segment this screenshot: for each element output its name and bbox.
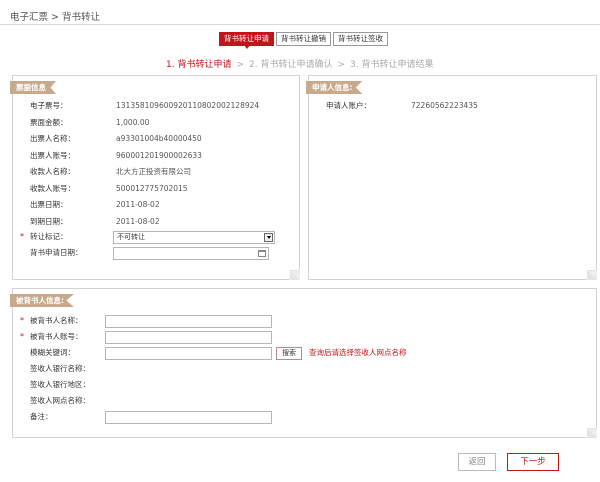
bill-field-label: 出票日期： — [30, 200, 68, 209]
tab-endorse-revoke[interactable]: 背书转让撤销 — [276, 32, 331, 46]
bill-field-value: 2011-08-02 — [116, 200, 160, 209]
transfer-flag-value: 不可转让 — [117, 233, 145, 241]
applicant-info-title: 申请人信息: — [306, 81, 363, 94]
applicant-account-label: 申请人账户： — [326, 101, 371, 110]
step-2: 2. 背书转让申请确认 — [249, 60, 333, 70]
bill-info-panel: 票据信息 电子票号： 131358109600920110802002128924… — [10, 75, 300, 280]
tab-endorse-sign[interactable]: 背书转让签收 — [333, 32, 388, 46]
bank-name-label: 签收人银行名称： — [30, 364, 90, 373]
transfer-flag-label: 转让标记： — [30, 232, 68, 241]
bill-field-label: 收款人账号： — [30, 183, 75, 193]
endorsee-info-panel: 被背书人信息: * 被背书人名称： * 被背书人账号： 模糊关键词： 搜索 查询… — [10, 288, 597, 438]
required-marker: * — [20, 316, 24, 325]
bill-field-value: 1,000.00 — [116, 117, 150, 127]
bill-field-row: 出票日期： 2011-08-02 — [30, 198, 300, 212]
calendar-icon[interactable] — [258, 250, 266, 257]
bill-field-label: 到期日期： — [30, 216, 68, 226]
bill-field-row: 电子票号： 131358109600920110802002128924 — [30, 99, 300, 113]
bill-field-row: 出票人账号： 960001201900002633 — [30, 149, 300, 163]
apply-date-input[interactable] — [113, 247, 269, 260]
bill-field-value: 500012775702015 — [116, 183, 188, 193]
bill-field-label: 电子票号： — [30, 101, 68, 110]
bank-name-row: 签收人银行名称： — [30, 362, 430, 376]
transfer-flag-select[interactable]: 不可转让 — [113, 231, 275, 244]
bill-field-row: 票面金额： 1,000.00 — [30, 116, 300, 130]
page-fold-corner — [587, 428, 597, 438]
breadcrumb: 电子汇票 > 背书转让 — [10, 12, 100, 23]
bank-region-row: 签收人银行地区： — [30, 378, 430, 392]
required-marker: * — [20, 232, 24, 241]
endorsee-account-label: 被背书人账号： — [30, 332, 83, 341]
endorsee-account-row: * 被背书人账号： — [20, 330, 430, 344]
bill-field-label: 收款人名称： — [30, 167, 75, 176]
endorsee-name-input[interactable] — [105, 315, 272, 328]
page-fold-corner — [290, 270, 300, 280]
bill-field-value: 960001201900002633 — [116, 150, 202, 160]
bill-field-label: 出票人账号： — [30, 150, 75, 160]
next-step-button[interactable]: 下一步 — [507, 453, 559, 471]
required-marker: * — [20, 332, 24, 341]
endorsee-info-title: 被背书人信息: — [10, 294, 74, 307]
bill-field-label: 出票人名称： — [30, 134, 75, 143]
tab-endorse-apply[interactable]: 背书转让申请 — [219, 32, 274, 49]
keyword-label: 模糊关键词： — [30, 348, 75, 357]
bill-field-row: 出票人名称： a93301004b40000450 — [30, 132, 300, 146]
bill-info-title: 票据信息 — [10, 81, 56, 94]
bill-field-value: 131358109600920110802002128924 — [116, 101, 260, 110]
remark-label: 备注： — [30, 412, 53, 421]
bill-field-value: 2011-08-02 — [116, 216, 160, 226]
step-1: 1. 背书转让申请 — [166, 60, 232, 70]
remark-input[interactable] — [105, 411, 272, 424]
breadcrumb-divider — [0, 24, 600, 25]
search-button[interactable]: 搜索 — [276, 347, 302, 360]
bill-field-label: 票面金额： — [30, 117, 68, 127]
tab-bar: 背书转让申请 背书转让撤销 背书转让签收 — [219, 32, 388, 49]
applicant-account-row: 申请人账户： 72260562223435 — [326, 99, 586, 113]
apply-date-label: 背书申请日期： — [30, 248, 83, 257]
branch-name-row: 签收人网点名称： — [30, 394, 430, 408]
endorsee-name-row: * 被背书人名称： — [20, 314, 430, 328]
keyword-row: 模糊关键词： 搜索 查询后请选择签收人网点名称 — [30, 346, 580, 360]
branch-name-label: 签收人网点名称： — [30, 396, 90, 405]
remark-row: 备注： — [30, 410, 430, 424]
endorsee-account-input[interactable] — [105, 331, 272, 344]
step-separator: > — [337, 60, 345, 70]
apply-date-row: 背书申请日期： — [30, 246, 300, 260]
keyword-input[interactable] — [105, 347, 272, 360]
transfer-flag-row: * 转让标记： 不可转让 — [20, 230, 300, 244]
applicant-account-value: 72260562223435 — [411, 101, 478, 110]
applicant-info-panel: 申请人信息: 申请人账户： 72260562223435 — [306, 75, 597, 280]
back-button[interactable]: 返回 — [458, 453, 496, 471]
bill-field-value: a93301004b40000450 — [116, 134, 202, 143]
step-indicator: 1. 背书转让申请 >2. 背书转让申请确认 >3. 背书转让申请结果 — [166, 57, 433, 70]
step-3: 3. 背书转让申请结果 — [350, 60, 434, 70]
bill-field-row: 到期日期： 2011-08-02 — [30, 215, 300, 229]
bill-field-value: 北大方正投资有限公司 — [116, 167, 191, 176]
bill-field-row: 收款人名称： 北大方正投资有限公司 — [30, 165, 300, 179]
bill-field-row: 收款人账号： 500012775702015 — [30, 182, 300, 196]
endorsee-name-label: 被背书人名称： — [30, 316, 83, 325]
bank-region-label: 签收人银行地区： — [30, 380, 90, 389]
chevron-down-icon[interactable] — [264, 233, 273, 242]
step-separator: > — [236, 60, 244, 70]
search-hint: 查询后请选择签收人网点名称 — [309, 348, 407, 357]
page-fold-corner — [587, 270, 597, 280]
